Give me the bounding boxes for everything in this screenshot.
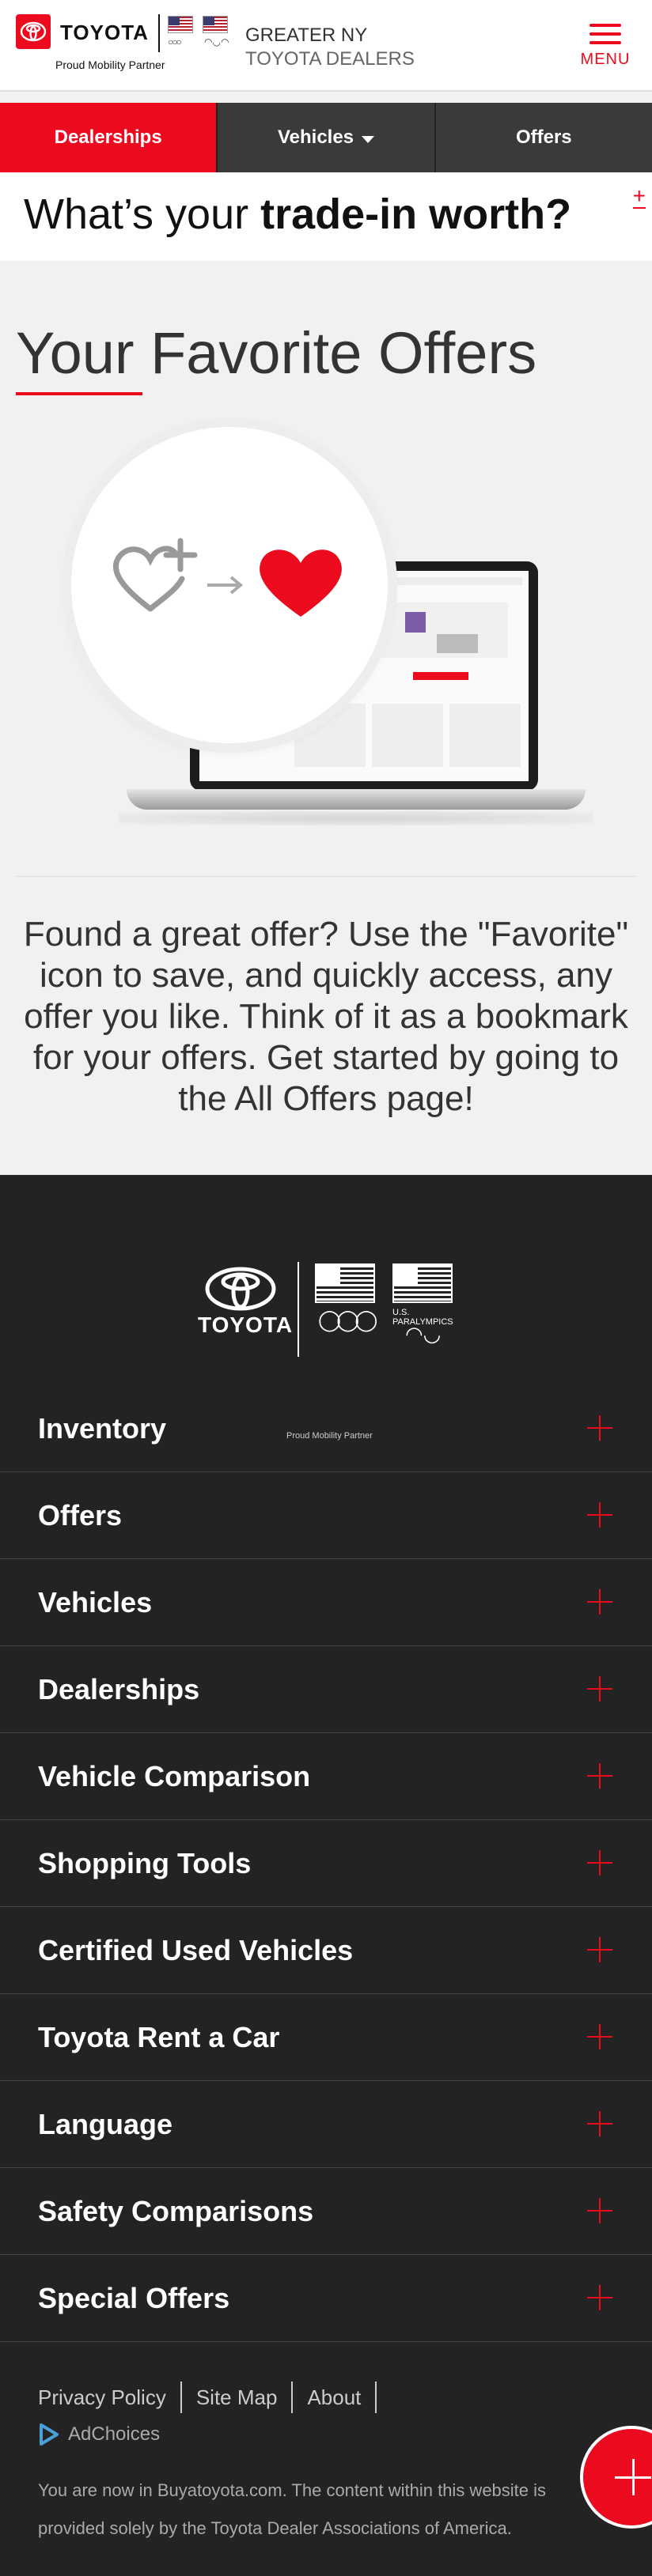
brand-wordmark: TOYOTA <box>60 21 149 44</box>
privacy-policy-link[interactable]: Privacy Policy <box>38 2381 182 2413</box>
page-title: Your Favorite Offers <box>16 320 537 386</box>
accordion-certified-used-vehicles[interactable]: Certified Used Vehicles <box>0 1907 652 1994</box>
legal-links: Privacy Policy Site Map About <box>38 2381 391 2413</box>
favorites-illustration <box>71 427 593 838</box>
adchoices-icon <box>40 2423 59 2446</box>
heart-outline-plus-icon <box>112 538 198 612</box>
accordion-vehicle-comparison[interactable]: Vehicle Comparison <box>0 1733 652 1820</box>
accordion-label: Safety Comparisons <box>38 2195 314 2227</box>
plus-icon <box>587 1676 612 1702</box>
favorite-steps-circle <box>71 427 388 743</box>
nav-tab-dealerships[interactable]: Dealerships <box>0 103 218 172</box>
trade-in-text-bold: trade-in worth? <box>260 191 572 238</box>
plus-icon <box>587 1937 612 1962</box>
brand-tagline: Proud Mobility Partner <box>55 59 165 71</box>
arrow-right-icon <box>207 576 244 595</box>
hamburger-icon <box>589 22 621 46</box>
accordion-offers[interactable]: Offers <box>0 1472 652 1559</box>
accordion-label: Certified Used Vehicles <box>38 1934 354 1966</box>
nav-tab-label: Offers <box>515 127 572 148</box>
logo-divider <box>298 1262 299 1357</box>
accordion-vehicles[interactable]: Vehicles <box>0 1559 652 1646</box>
trade-in-text-regular: What’s your <box>24 191 261 238</box>
laptop-shadow <box>119 811 593 825</box>
accordion-label: Inventory <box>38 1412 167 1445</box>
accordion-language[interactable]: Language <box>0 2081 652 2168</box>
us-flag-icon <box>203 16 228 33</box>
plus-icon <box>587 2111 612 2136</box>
accordion-label: Shopping Tools <box>38 1847 252 1879</box>
section-divider <box>16 876 636 877</box>
olympic-rings-icon: ◯◯◯ <box>318 1308 377 1331</box>
footer-accordion: Inventory Offers Vehicles Dealerships Ve… <box>0 1385 652 2342</box>
accordion-safety-comparisons[interactable]: Safety Comparisons <box>0 2168 652 2255</box>
accordion-label: Offers <box>38 1499 123 1532</box>
expand-plus-icon[interactable]: + <box>632 185 646 209</box>
main-nav: Dealerships Vehicles Offers <box>0 103 652 172</box>
dealer-association-name[interactable]: GREATER NY TOYOTA DEALERS <box>245 24 415 71</box>
footer-disclaimer: You are now in Buyatoyota.com. The conte… <box>38 2480 547 2538</box>
adchoices-label: AdChoices <box>68 2423 161 2445</box>
olympic-rings-icon: ○○○ <box>168 36 182 47</box>
plus-icon <box>587 1763 612 1788</box>
accordion-dealerships[interactable]: Dealerships <box>0 1646 652 1733</box>
logo-divider <box>158 14 160 52</box>
site-header: TOYOTA ○○○ ◠◡◠ Proud Mobility Partner GR… <box>0 0 652 92</box>
nav-tab-vehicles[interactable]: Vehicles <box>218 103 436 172</box>
trade-in-headline: What’s your trade-in worth? <box>24 190 571 239</box>
us-flag-icon <box>392 1263 453 1303</box>
nav-tab-label: Dealerships <box>54 127 162 148</box>
adchoices-link[interactable]: AdChoices <box>38 2423 160 2446</box>
footer-toyota-logo[interactable]: TOYOTA ◯◯◯ U.S. PARALYMPICS ◠◡ Proud Mob… <box>198 1259 459 1441</box>
menu-button[interactable]: MENU <box>578 22 633 77</box>
accordion-label: Vehicle Comparison <box>38 1760 311 1792</box>
about-link[interactable]: About <box>307 2381 377 2413</box>
toyota-logo[interactable]: TOYOTA ○○○ ◠◡◠ Proud Mobility Partner <box>16 14 229 74</box>
paralympic-agitos-icon: ◠◡◠ <box>204 36 229 47</box>
plus-icon <box>587 1502 612 1528</box>
footer-brand-wordmark: TOYOTA <box>198 1313 294 1337</box>
accordion-label: Toyota Rent a Car <box>38 2021 280 2053</box>
us-flag-icon <box>168 16 193 33</box>
toyota-emblem-icon <box>205 1267 276 1311</box>
title-underline <box>16 392 142 395</box>
caret-down-icon <box>362 135 375 143</box>
plus-icon <box>587 2198 612 2223</box>
accordion-label: Language <box>38 2108 173 2140</box>
accordion-inventory[interactable]: Inventory <box>0 1385 652 1472</box>
dealer-name-line1: GREATER NY <box>245 25 368 46</box>
site-map-link[interactable]: Site Map <box>196 2381 294 2413</box>
toyota-emblem-icon <box>16 14 51 49</box>
plus-icon <box>587 1415 612 1441</box>
menu-label: MENU <box>580 51 631 68</box>
site-footer: TOYOTA ◯◯◯ U.S. PARALYMPICS ◠◡ Proud Mob… <box>0 1175 652 2576</box>
plus-icon <box>587 1850 612 1875</box>
paralympic-agitos-icon: ◠◡ <box>405 1322 442 1346</box>
accordion-label: Special Offers <box>38 2282 230 2314</box>
heart-filled-icon <box>260 550 342 617</box>
nav-tab-label: Vehicles <box>277 127 354 148</box>
plus-icon <box>587 2285 612 2310</box>
accordion-toyota-rent-a-car[interactable]: Toyota Rent a Car <box>0 1994 652 2081</box>
nav-tab-offers[interactable]: Offers <box>436 103 652 172</box>
accordion-label: Dealerships <box>38 1673 200 1705</box>
trade-in-banner[interactable]: What’s your trade-in worth? + <box>0 172 652 261</box>
laptop-base <box>127 789 586 810</box>
favorites-description: Found a great offer? Use the "Favorite" … <box>23 915 629 1118</box>
accordion-special-offers[interactable]: Special Offers <box>0 2255 652 2342</box>
accordion-label: Vehicles <box>38 1586 153 1618</box>
plus-icon <box>587 2024 612 2049</box>
us-flag-icon <box>315 1263 375 1303</box>
plus-icon <box>587 1589 612 1615</box>
accordion-shopping-tools[interactable]: Shopping Tools <box>0 1820 652 1907</box>
dealer-name-line2: TOYOTA DEALERS <box>245 48 415 70</box>
